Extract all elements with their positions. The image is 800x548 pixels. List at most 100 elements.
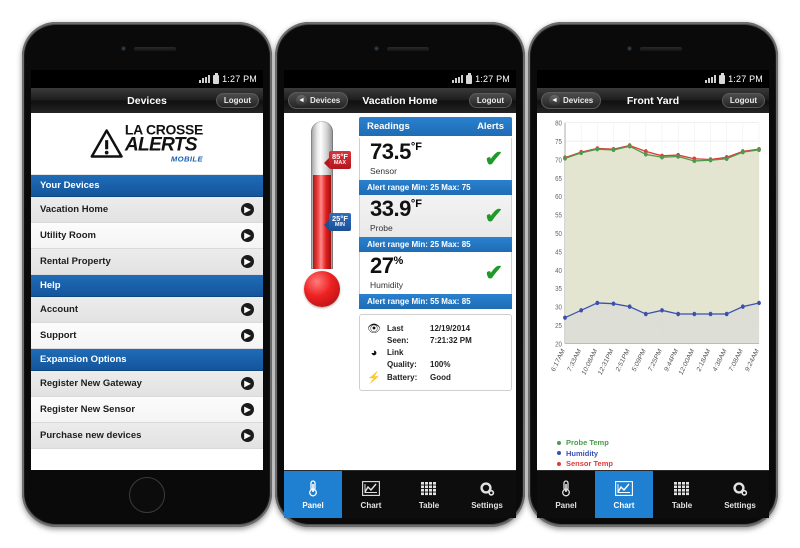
logout-button[interactable]: Logout (721, 93, 765, 108)
tab-panel[interactable]: Panel (537, 471, 595, 518)
grid-table-icon (674, 479, 690, 498)
chevron-right-icon: ▶ (241, 329, 254, 342)
gear-icon (479, 479, 495, 498)
chart-band-upper (565, 145, 759, 318)
sensor-history-chart: 20 25 30 35 40 45 50 55 60 65 70 75 80 6:17AM 7:33AM 10… (539, 118, 765, 435)
x-axis-tick-label: 7:33AM (567, 347, 583, 373)
logout-button[interactable]: Logout (215, 93, 259, 108)
signal-bars-icon (705, 75, 717, 83)
battery-icon (466, 72, 473, 84)
front-camera-icon (627, 46, 632, 51)
chart-point (579, 150, 584, 156)
reading-card: 33.9°F Probe ✔ (359, 195, 512, 237)
y-axis-tick-label: 45 (555, 249, 562, 257)
y-axis-tick-label: 25 (555, 323, 562, 331)
chevron-right-icon: ▶ (241, 203, 254, 216)
logo-line-2: ALERTS (125, 134, 198, 156)
list-item[interactable]: Rental Property ▶ (31, 249, 263, 275)
chevron-right-icon: ▶ (241, 403, 254, 416)
chart-point (757, 300, 761, 306)
list-item[interactable]: Vacation Home ▶ (31, 197, 263, 223)
phone3-content: 20 25 30 35 40 45 50 55 60 65 70 75 80 6:17AM 7:33AM 10… (537, 113, 769, 470)
list-item-label: Vacation Home (40, 204, 109, 215)
phone-device-1: 1:27 PM Devices Logout LA CROSSE ALERTS … (22, 22, 272, 527)
wifi-icon: ◕ (370, 346, 378, 359)
phone2-tabbar: Panel Chart Table Settings (284, 470, 516, 518)
y-axis-tick-label: 20 (555, 341, 562, 349)
back-to-devices-button[interactable]: ◄ Devices (541, 92, 602, 109)
list-item[interactable]: Register New Sensor ▶ (31, 397, 263, 423)
thermometer-tube (311, 121, 333, 269)
chart-point (643, 311, 648, 317)
phone2-navbar: ◄ Devices Vacation Home Logout (284, 88, 516, 113)
list-item[interactable]: Purchase new devices ▶ (31, 423, 263, 449)
back-to-devices-button[interactable]: ◄ Devices (288, 92, 349, 109)
x-axis-tick-label: 7:08AM (728, 347, 744, 373)
min-tag-label: MIN (334, 221, 346, 228)
list-item[interactable]: Register New Gateway ▶ (31, 371, 263, 397)
phone2-content: 120100806040200-20 85°F MAX 25° (284, 113, 516, 470)
earpiece-speaker (387, 47, 429, 51)
max-threshold-tag: 85°F MAX (324, 151, 351, 169)
home-button[interactable] (129, 477, 165, 513)
chevron-right-icon: ▶ (241, 229, 254, 242)
x-axis-tick-label: 4:38AM (712, 347, 728, 373)
chevron-right-icon: ▶ (241, 377, 254, 390)
legend-label: Probe Temp (566, 438, 609, 447)
battery-value: Good (430, 372, 451, 382)
link-quality-value: 100% (430, 360, 451, 369)
battery-icon (719, 72, 726, 84)
min-threshold-tag: 25°F MIN (324, 213, 351, 231)
logo-line-3: MOBILE (171, 154, 204, 163)
earpiece-speaker (640, 47, 682, 51)
x-axis-tick-label: 9:24AM (744, 347, 760, 373)
chart-point (660, 155, 664, 160)
chart-point (740, 149, 745, 155)
info-row-battery: ⚡ Battery: Good (366, 371, 505, 384)
line-chart-icon (362, 479, 380, 498)
section-header-1: Help (31, 275, 263, 297)
list-item-label: Purchase new devices (40, 430, 142, 441)
status-bar: 1:27 PM (31, 70, 263, 88)
chart-legend: Probe Temp Humidity Sensor Temp (539, 435, 765, 468)
phone-device-2: 1:27 PM ◄ Devices Vacation Home Logout 1… (275, 22, 525, 527)
list-item[interactable]: Account ▶ (31, 297, 263, 323)
front-camera-icon (121, 46, 126, 51)
list-item-label: Register New Sensor (40, 404, 136, 415)
chart-point (611, 301, 616, 306)
legend-item: Sensor Temp (557, 459, 765, 468)
legend-color-swatch (557, 440, 561, 445)
list-item[interactable]: Support ▶ (31, 323, 263, 349)
list-item-label: Rental Property (40, 256, 111, 267)
chevron-right-icon: ▶ (241, 429, 254, 442)
brand-logo: LA CROSSE ALERTS MOBILE (31, 113, 263, 175)
reading-card: 27% Humidity ✔ (359, 252, 512, 294)
chart-point (724, 311, 729, 317)
signal-bars-icon (452, 75, 464, 83)
tab-settings[interactable]: Settings (458, 471, 516, 518)
last-seen-label: Last (387, 323, 404, 333)
list-item[interactable]: Utility Room ▶ (31, 223, 263, 249)
seen-label: Seen: (387, 336, 409, 345)
chart-point (579, 308, 584, 313)
grid-table-icon (421, 479, 437, 498)
chart-point (724, 156, 729, 161)
reading-value: 27 (370, 253, 394, 278)
x-axis-tick-label: 12:00AM (678, 347, 696, 376)
list-item-label: Account (40, 304, 78, 315)
tab-panel[interactable]: Panel (284, 471, 342, 518)
tab-chart[interactable]: Chart (595, 471, 653, 518)
logout-button[interactable]: Logout (468, 93, 512, 108)
reading-unit: °F (410, 141, 422, 153)
chart-point (676, 154, 681, 159)
x-axis-tick-label: 2:18AM (696, 347, 712, 373)
tab-table[interactable]: Table (400, 471, 458, 518)
tab-chart[interactable]: Chart (342, 471, 400, 518)
tab-table[interactable]: Table (653, 471, 711, 518)
reading-label: Sensor (370, 166, 397, 176)
x-axis-tick-label: 7:25PM (647, 347, 663, 373)
battery-icon (213, 72, 220, 84)
tab-settings[interactable]: Settings (711, 471, 769, 518)
y-axis-tick-label: 70 (555, 157, 562, 165)
max-tag-label: MAX (333, 159, 347, 166)
